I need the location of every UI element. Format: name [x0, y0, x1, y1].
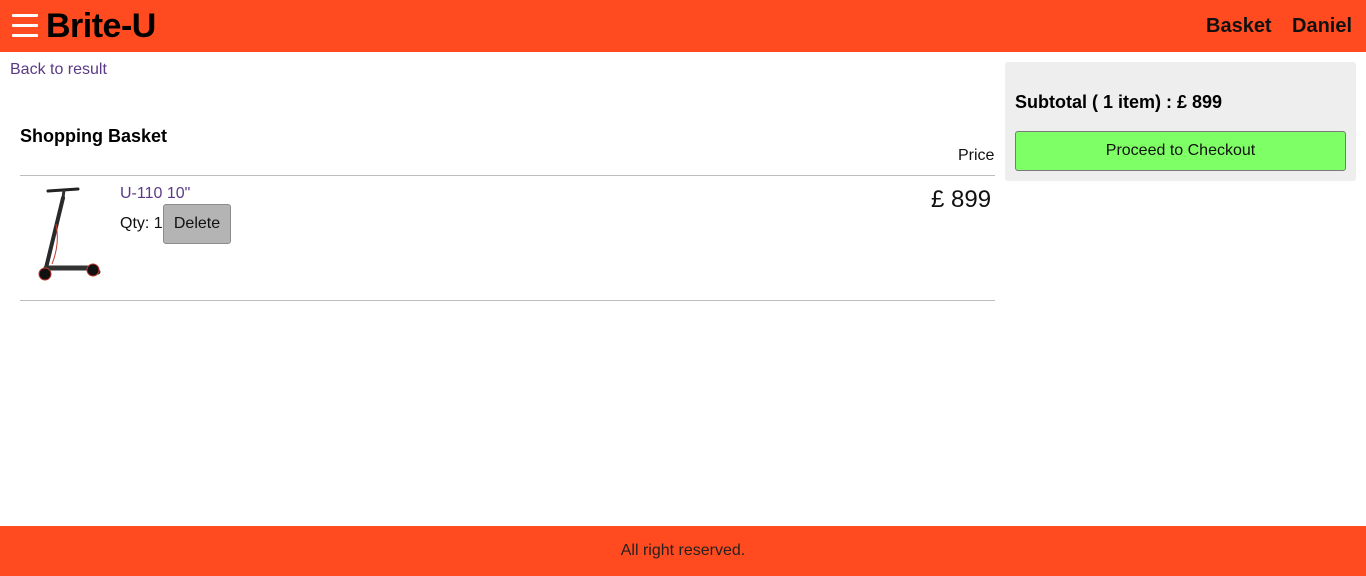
top-header: Brite-U Basket Daniel — [0, 0, 1366, 52]
proceed-to-checkout-button[interactable]: Proceed to Checkout — [1015, 131, 1346, 171]
menu-bar — [12, 24, 38, 27]
footer-text: All right reserved. — [620, 542, 746, 559]
back-to-result-link[interactable]: Back to result — [10, 61, 107, 79]
page-title: Shopping Basket — [20, 126, 168, 146]
menu-bar — [12, 14, 38, 17]
menu-bar — [12, 34, 38, 37]
hamburger-menu-icon[interactable] — [12, 14, 38, 40]
nav-basket-link[interactable]: Basket — [1206, 15, 1272, 37]
item-price: £ 899 — [931, 186, 992, 213]
footer: All right reserved. — [0, 526, 1366, 576]
order-summary-panel: Subtotal ( 1 item) : £ 899 Proceed to Ch… — [1005, 62, 1356, 181]
site-logo[interactable]: Brite-U — [46, 6, 156, 46]
divider — [20, 300, 995, 301]
delete-button[interactable]: Delete — [163, 204, 231, 244]
quantity-label: Qty: 1 — [120, 215, 163, 232]
product-name-link[interactable]: U-110 10" — [120, 185, 190, 203]
price-column-header: Price — [958, 147, 995, 164]
electric-scooter-image[interactable] — [30, 184, 106, 288]
subtotal-text: Subtotal ( 1 item) : £ 899 — [1015, 92, 1223, 112]
nav-user-link[interactable]: Daniel — [1292, 15, 1352, 37]
divider — [20, 175, 995, 176]
